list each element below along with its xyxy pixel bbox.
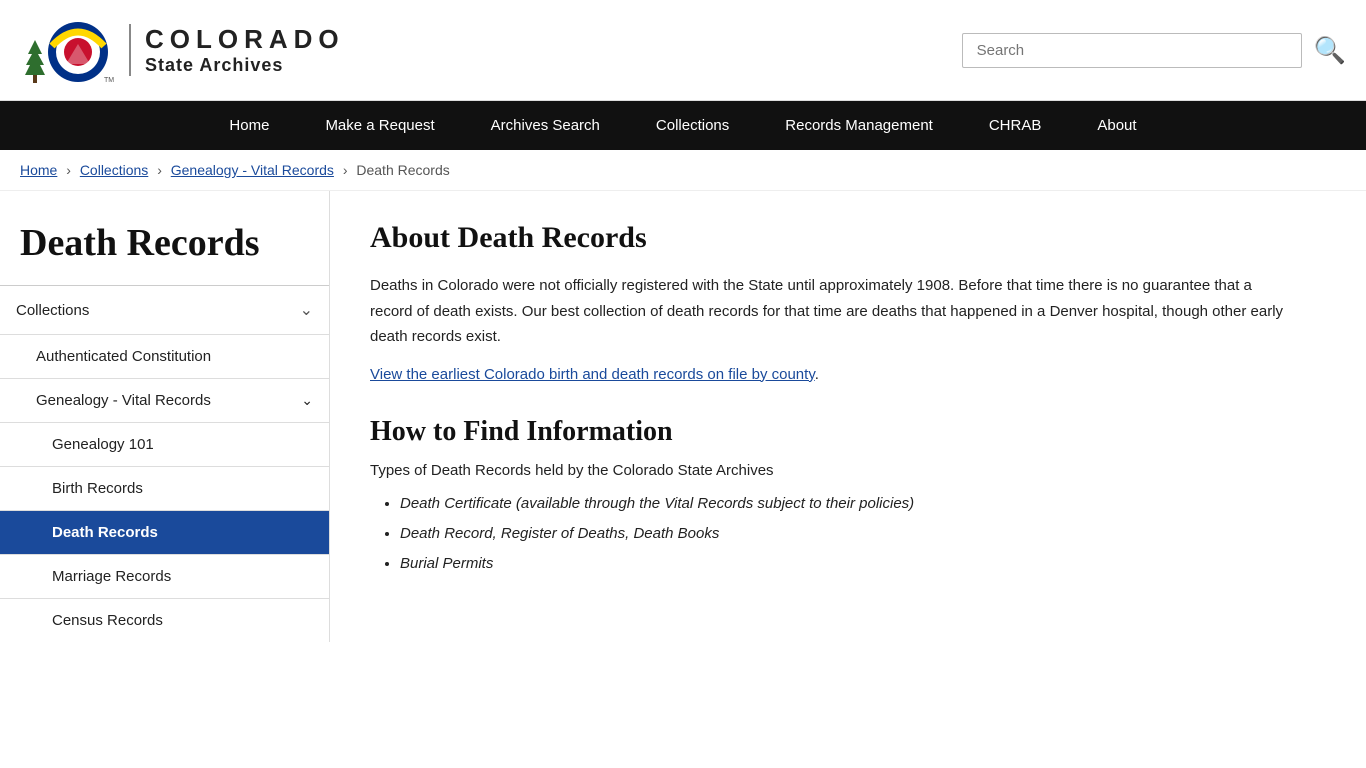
bullet-list: Death Certificate (available through the… xyxy=(370,489,1290,579)
sidebar-item-death-records[interactable]: Death Records xyxy=(0,510,329,554)
breadcrumb: Home › Collections › Genealogy - Vital R… xyxy=(0,150,1366,191)
sidebar: Death Records Collections ⌄ Authenticate… xyxy=(0,191,330,642)
section2-heading: How to Find Information xyxy=(370,416,1290,448)
breadcrumb-home[interactable]: Home xyxy=(20,162,57,178)
sidebar-collections-group: Collections ⌄ Authenticated Constitution… xyxy=(0,285,329,642)
sidebar-collections-toggle[interactable]: Collections ⌄ xyxy=(0,286,329,334)
logo-text: COLORADO State Archives xyxy=(129,24,345,76)
svg-text:TM: TM xyxy=(104,77,114,84)
page-body: Death Records Collections ⌄ Authenticate… xyxy=(0,191,1366,642)
nav-item-make-request[interactable]: Make a Request xyxy=(297,101,462,150)
nav-item-chrab[interactable]: CHRAB xyxy=(961,101,1070,150)
breadcrumb-sep-3: › xyxy=(343,162,348,178)
search-input[interactable] xyxy=(962,33,1302,68)
breadcrumb-collections[interactable]: Collections xyxy=(80,162,148,178)
nav-item-collections[interactable]: Collections xyxy=(628,101,757,150)
breadcrumb-genealogy[interactable]: Genealogy - Vital Records xyxy=(171,162,334,178)
section2-sublabel: Types of Death Records held by the Color… xyxy=(370,462,1290,479)
page-title: Death Records xyxy=(20,221,309,265)
main-content: About Death Records Deaths in Colorado w… xyxy=(330,191,1330,642)
sidebar-collections-label: Collections xyxy=(16,302,89,319)
search-button[interactable]: 🔍 xyxy=(1314,35,1346,66)
state-name: COLORADO xyxy=(145,24,345,55)
logo-area: TM COLORADO State Archives xyxy=(20,10,345,90)
sidebar-item-marriage-records[interactable]: Marriage Records xyxy=(0,554,329,598)
sidebar-item-census-records[interactable]: Census Records xyxy=(0,598,329,642)
sidebar-item-genealogy101[interactable]: Genealogy 101 xyxy=(0,422,329,466)
nav-item-about[interactable]: About xyxy=(1069,101,1164,150)
sidebar-item-authenticated-constitution[interactable]: Authenticated Constitution xyxy=(0,334,329,378)
header-search-area: 🔍 xyxy=(962,33,1346,68)
bullet-item-2: Burial Permits xyxy=(400,549,1290,579)
section1-text: Deaths in Colorado were not officially r… xyxy=(370,273,1290,350)
page-title-area: Death Records xyxy=(0,211,329,285)
site-header: TM COLORADO State Archives 🔍 xyxy=(0,0,1366,101)
bullet-item-0: Death Certificate (available through the… xyxy=(400,489,1290,519)
main-nav: Home Make a Request Archives Search Coll… xyxy=(0,101,1366,150)
bullet-item-1: Death Record, Register of Deaths, Death … xyxy=(400,519,1290,549)
nav-item-records-mgmt[interactable]: Records Management xyxy=(757,101,961,150)
breadcrumb-sep-1: › xyxy=(66,162,71,178)
state-sub: State Archives xyxy=(145,55,345,76)
nav-item-home[interactable]: Home xyxy=(201,101,297,150)
genealogy-chevron-icon: ⌄ xyxy=(301,392,313,409)
breadcrumb-sep-2: › xyxy=(157,162,162,178)
nav-item-archives-search[interactable]: Archives Search xyxy=(463,101,628,150)
breadcrumb-current: Death Records xyxy=(356,162,449,178)
chevron-icon: ⌄ xyxy=(300,300,313,320)
section1-link[interactable]: View the earliest Colorado birth and dea… xyxy=(370,366,815,383)
sidebar-genealogy-vital-toggle[interactable]: Genealogy - Vital Records ⌄ xyxy=(0,378,329,422)
section1-heading: About Death Records xyxy=(370,221,1290,255)
colorado-logo: TM xyxy=(20,10,115,90)
sidebar-item-birth-records[interactable]: Birth Records xyxy=(0,466,329,510)
section1-period: . xyxy=(815,366,819,383)
